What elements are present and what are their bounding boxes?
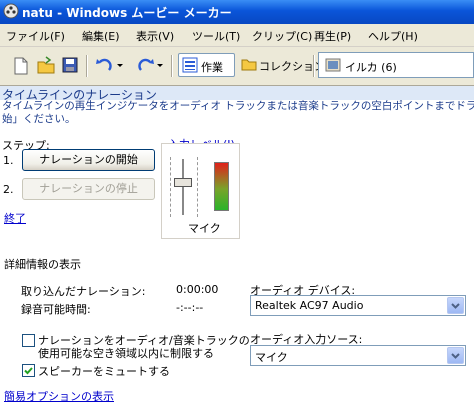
collections-label: コレクション	[259, 60, 325, 73]
save-project-icon[interactable]	[61, 53, 79, 77]
menu-bar: ファイル(F) 編集(E) 表示(V) ツール(T) クリップ(C) 再生(P)…	[0, 24, 474, 47]
tasks-button[interactable]: 作業	[178, 53, 235, 77]
toolbar-separator	[86, 55, 88, 77]
finish-link[interactable]: 終了	[4, 210, 26, 226]
mute-speakers-label: スピーカーをミュートする	[38, 365, 170, 378]
captured-label: 取り込んだナレーション:	[21, 285, 146, 298]
limit-narration-checkbox[interactable]	[22, 334, 35, 347]
audio-device-value: Realtek AC97 Audio	[255, 299, 364, 312]
step1-number: 1.	[3, 154, 14, 167]
collection-selected-value: イルカ (6)	[345, 61, 397, 74]
input-source-value: マイク	[255, 351, 288, 364]
tasks-label: 作業	[201, 61, 223, 74]
menu-play[interactable]: 再生(P)	[314, 28, 351, 44]
tasks-icon	[182, 57, 198, 73]
collections-button[interactable]: コレクション	[238, 53, 325, 77]
simple-options-link[interactable]: 簡易オプションの表示	[4, 388, 114, 404]
level-slider-rail	[182, 159, 184, 215]
menu-help[interactable]: ヘルプ(H)	[368, 28, 418, 44]
undo-icon[interactable]	[94, 53, 116, 77]
level-slider-track	[170, 157, 198, 217]
undo-dropdown-arrow-icon[interactable]	[116, 53, 124, 77]
menu-view[interactable]: 表示(V)	[136, 28, 174, 44]
panel-description: タイムラインの再生インジケータをオーディオ トラックまたは音楽トラックの空白ポイ…	[2, 100, 474, 125]
level-meter	[214, 162, 229, 211]
menu-tools[interactable]: ツール(T)	[192, 28, 240, 44]
toolbar-separator	[313, 55, 315, 77]
step2-number: 2.	[3, 183, 14, 196]
audio-device-select[interactable]: Realtek AC97 Audio	[250, 295, 466, 316]
input-level-group: マイク	[161, 143, 240, 239]
redo-icon[interactable]	[134, 53, 156, 77]
title-bar: natu - Windows ムービー メーカー	[0, 0, 474, 24]
menu-file[interactable]: ファイル(F)	[6, 28, 65, 44]
available-value: -:--:--	[176, 301, 204, 314]
movie-maker-icon	[3, 3, 19, 19]
chevron-down-icon[interactable]	[447, 297, 464, 314]
level-slider-thumb[interactable]	[174, 177, 192, 187]
stop-narration-button[interactable]: ナレーションの停止	[22, 178, 155, 200]
mic-label: マイク	[188, 222, 221, 235]
checkmark-icon	[24, 367, 33, 375]
menu-edit[interactable]: 編集(E)	[82, 28, 120, 44]
captured-value: 0:00:00	[176, 283, 219, 296]
input-source-select[interactable]: マイク	[250, 345, 466, 366]
collection-combobox[interactable]: イルカ (6)	[318, 52, 474, 78]
details-label: 詳細情報の表示	[4, 258, 81, 271]
available-label: 録音可能時間:	[21, 303, 91, 316]
limit-narration-label-line2: 使用可能な空き領域以内に制限する	[38, 347, 214, 360]
window-title: natu - Windows ムービー メーカー	[22, 6, 232, 20]
mute-speakers-checkbox[interactable]	[22, 364, 35, 377]
redo-dropdown-arrow-icon[interactable]	[156, 53, 164, 77]
collections-folder-icon	[241, 59, 257, 71]
chevron-down-icon[interactable]	[447, 347, 464, 364]
menu-clip[interactable]: クリップ(C)	[252, 28, 312, 44]
new-project-icon[interactable]	[12, 53, 30, 77]
start-narration-button[interactable]: ナレーションの開始	[22, 149, 155, 171]
collection-icon	[325, 58, 341, 72]
open-project-icon[interactable]	[36, 53, 56, 77]
toolbar-separator	[171, 55, 173, 77]
